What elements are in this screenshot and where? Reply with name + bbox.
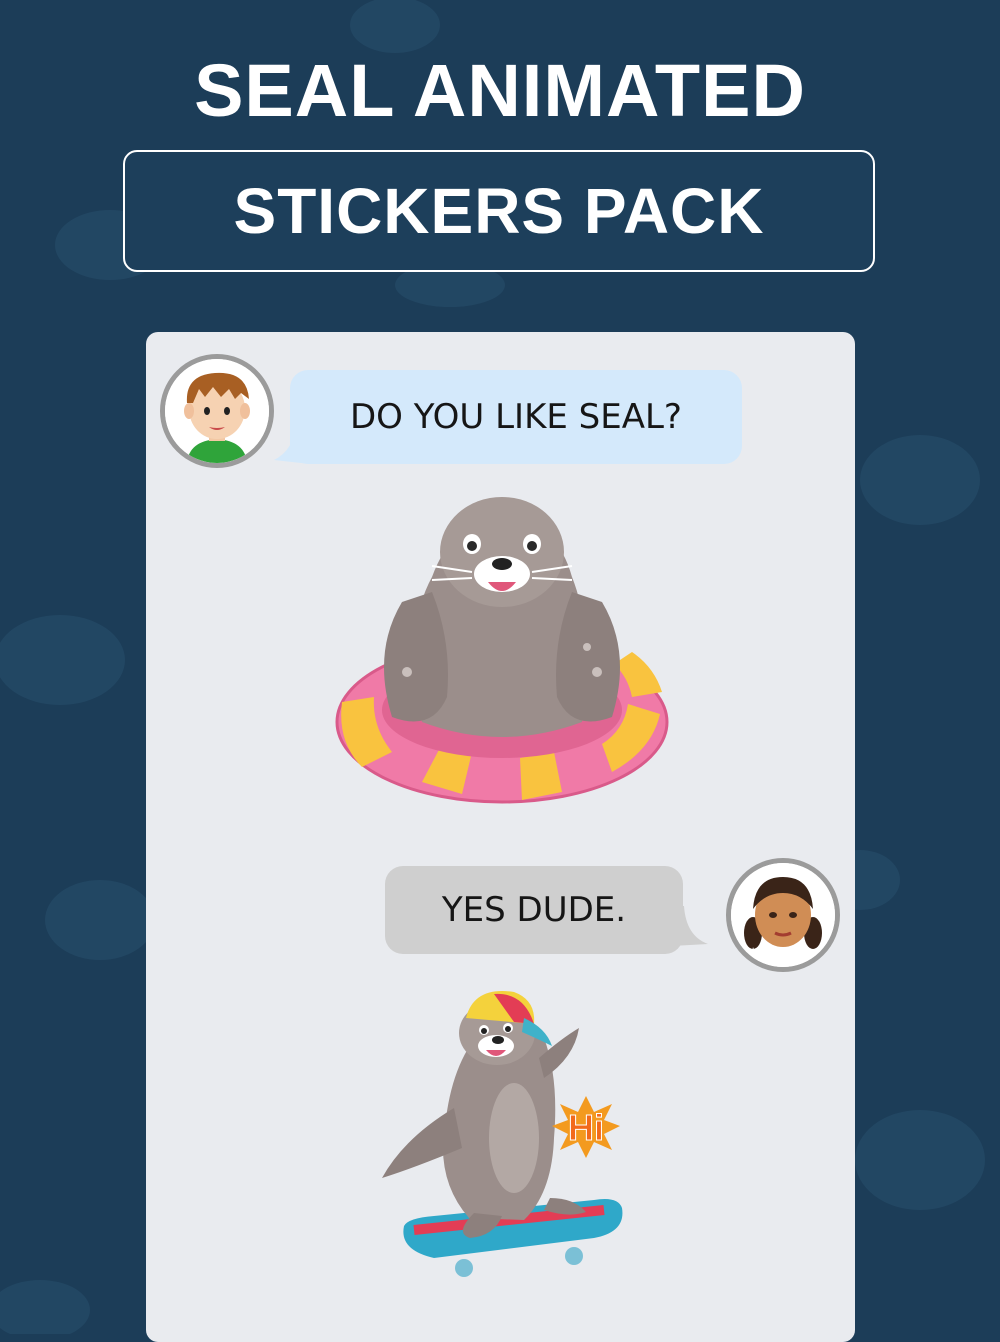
- page-subtitle: STICKERS PACK: [233, 175, 765, 247]
- girl-avatar: [726, 858, 840, 972]
- message-text: YES DUDE.: [441, 890, 627, 930]
- hi-caption: Hi: [568, 1107, 604, 1148]
- seal-on-swim-ring-sticker: [335, 497, 669, 804]
- page-title: SEAL ANIMATED: [194, 49, 806, 132]
- chat-preview-panel: DO YOU LIKE SEAL? YES DUDE. Hi: [146, 332, 855, 1342]
- message-bubble-incoming: DO YOU LIKE SEAL?: [290, 370, 742, 464]
- seal-skateboard-sticker: Hi: [382, 991, 623, 1277]
- message-bubble-outgoing: YES DUDE.: [385, 866, 683, 954]
- boy-avatar: [160, 354, 274, 468]
- message-text: DO YOU LIKE SEAL?: [350, 397, 682, 437]
- subtitle-box: STICKERS PACK: [123, 150, 875, 272]
